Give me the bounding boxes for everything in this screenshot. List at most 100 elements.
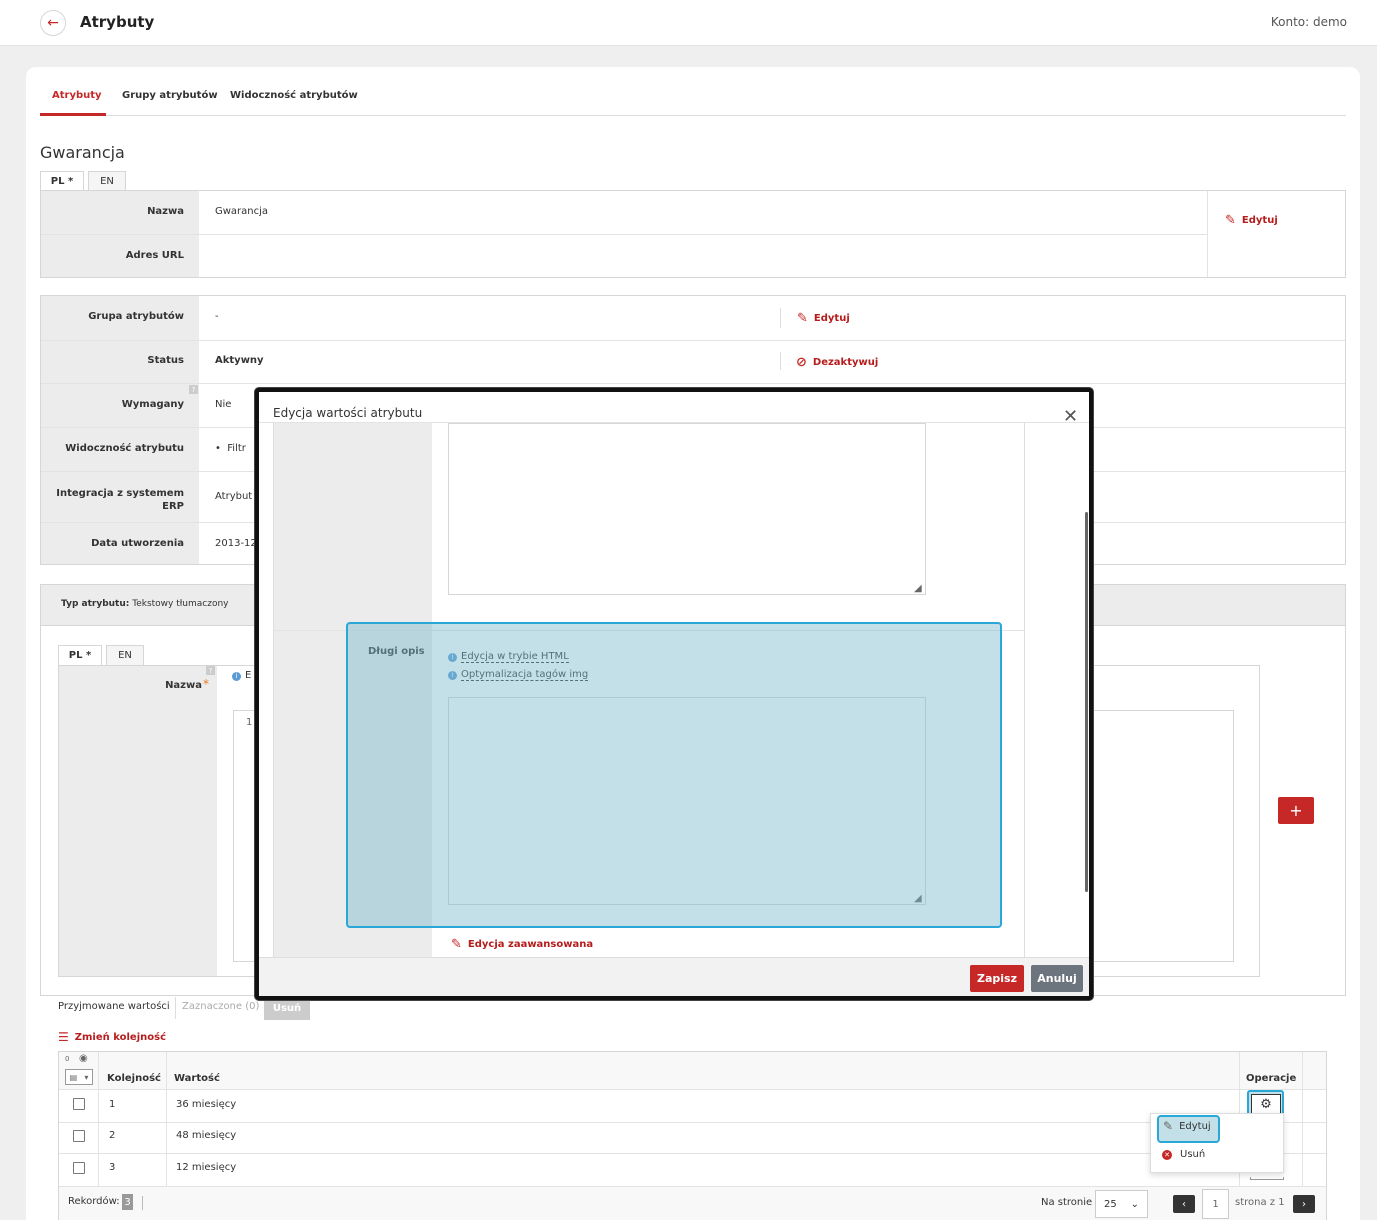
close-circle-icon: ✕ [1162,1149,1172,1160]
divider [41,383,1345,384]
gear-icon: ⚙ [1260,1096,1272,1112]
plus-icon: + [1289,801,1303,820]
visible-count: 0 [65,1055,70,1063]
per-page-label: Na stronie [1041,1197,1093,1208]
values-lang-tab-en[interactable]: EN [106,645,144,665]
next-page-button[interactable]: › [1293,1195,1315,1213]
pencil-icon: ✎ [1163,1119,1174,1133]
required-value: Nie [215,399,232,410]
values-lang-tab-pl[interactable]: PL * [58,645,102,665]
divider [1207,191,1208,277]
tab-attributes[interactable]: Atrybuty [52,90,102,101]
modal-title: Edycja wartości atrybutu [273,406,423,420]
divider [780,308,781,328]
row-checkbox[interactable] [73,1162,85,1174]
group-label: Grupa atrybutów [88,311,184,322]
lang-tab-en[interactable]: EN [88,171,126,191]
per-page-select[interactable]: 25 ⌄ [1095,1190,1148,1218]
back-button[interactable]: ← [40,10,66,36]
modal-footer [259,957,1089,996]
deactivate-button[interactable]: ⊘ Dezaktywuj [796,355,878,370]
short-desc-textarea[interactable] [448,423,926,595]
attribute-type: Typ atrybutu: Tekstowy tłumaczony [61,599,229,609]
row-order: 1 [109,1099,116,1110]
row-checkbox[interactable] [73,1130,85,1142]
eye-icon[interactable]: ◉ [79,1053,88,1064]
edit-group-button[interactable]: ✎ Edytuj [797,311,850,326]
records-label: Rekordów: [68,1196,120,1207]
cancel-button[interactable]: Anuluj [1031,965,1083,992]
modal-close-button[interactable]: ✕ [1063,406,1078,427]
url-label: Adres URL [125,250,184,261]
account-label: Konto: demo [1270,15,1347,29]
resize-handle-icon[interactable]: ◢ [914,583,922,594]
page-title: Atrybuty [80,13,155,31]
group-value: - [215,311,219,322]
edit-value-modal: Edycja wartości atrybutu ✕ ◢ Długi opis … [255,388,1093,1000]
line-number: 1 [246,717,253,728]
prev-page-button[interactable]: ‹ [1173,1195,1195,1213]
table-header [59,1052,1326,1089]
required-star: * [203,677,209,691]
close-icon: ✕ [1063,406,1079,427]
section-title: Gwarancja [40,143,125,162]
column-chooser[interactable]: ▤ ▾ [65,1069,93,1085]
divider [142,1196,143,1210]
table-row[interactable] [59,1123,1326,1153]
lang-tab-pl[interactable]: PL * [40,171,84,191]
chevron-left-icon: ‹ [1182,1198,1186,1210]
col-value[interactable]: Wartość [174,1073,220,1084]
help-icon[interactable]: ? [206,666,215,675]
selected-count: Zaznaczone (0) [182,1001,260,1012]
pencil-icon: ✎ [451,937,462,952]
html-mode-stub: iE [232,670,251,681]
visibility-value-item: • Filtr [215,443,246,454]
created-label: Data utworzenia [91,538,184,549]
row-value: 48 miesięcy [176,1130,237,1141]
row-order: 3 [109,1162,116,1173]
row-checkbox[interactable] [73,1098,85,1110]
edit-name-button[interactable]: ✎ Edytuj [1225,213,1278,228]
records-count: 3 [122,1194,133,1210]
status-label: Status [147,355,184,366]
divider [41,234,1207,235]
created-value: 2013-12 [215,538,257,549]
dropdown-delete[interactable]: ✕ Usuń [1162,1149,1205,1160]
modal-scrollbar[interactable] [1085,512,1088,892]
accepted-values-tab[interactable]: Przyjmowane wartości [58,1001,170,1012]
info-icon: i [232,671,241,681]
values-label-col [59,666,217,976]
col-operations: Operacje [1246,1073,1297,1084]
tab-attribute-visibility[interactable]: Widoczność atrybutów [230,90,358,101]
tab-attribute-groups[interactable]: Grupy atrybutów [122,90,218,101]
divider [41,340,1345,341]
reorder-button[interactable]: ☰ Zmień kolejność [58,1030,166,1044]
page-of-label: strona z 1 [1235,1197,1285,1208]
required-label: Wymagany [121,399,184,410]
table-row[interactable] [59,1090,1326,1122]
columns-icon: ▤ [69,1072,78,1082]
top-bar [0,0,1377,46]
page-input[interactable]: 1 [1202,1189,1229,1219]
caret-down-icon: ▾ [84,1072,89,1082]
table-row[interactable] [59,1154,1326,1185]
add-value-button[interactable]: + [1278,797,1314,824]
arrow-left-icon: ← [47,15,59,31]
list-icon: ☰ [58,1030,69,1044]
details-label-col [41,296,199,564]
help-icon[interactable]: ? [189,385,198,394]
col-order[interactable]: Kolejność [107,1073,161,1084]
tabs-divider [40,115,1346,116]
save-button[interactable]: Zapisz [970,965,1024,992]
status-value: Aktywny [215,355,264,366]
pencil-icon: ✎ [1225,213,1236,228]
dropdown-edit[interactable]: ✎ Edytuj [1163,1119,1211,1133]
divider [780,352,781,370]
advanced-edit-button[interactable]: ✎ Edycja zaawansowana [451,937,593,952]
chevron-down-icon: ⌄ [1130,1198,1139,1210]
operations-gear-button[interactable]: ⚙ [1251,1094,1281,1114]
row-order: 2 [109,1130,116,1141]
long-desc-highlight [346,622,1002,928]
pencil-icon: ✎ [797,311,808,326]
row-value: 12 miesięcy [176,1162,237,1173]
